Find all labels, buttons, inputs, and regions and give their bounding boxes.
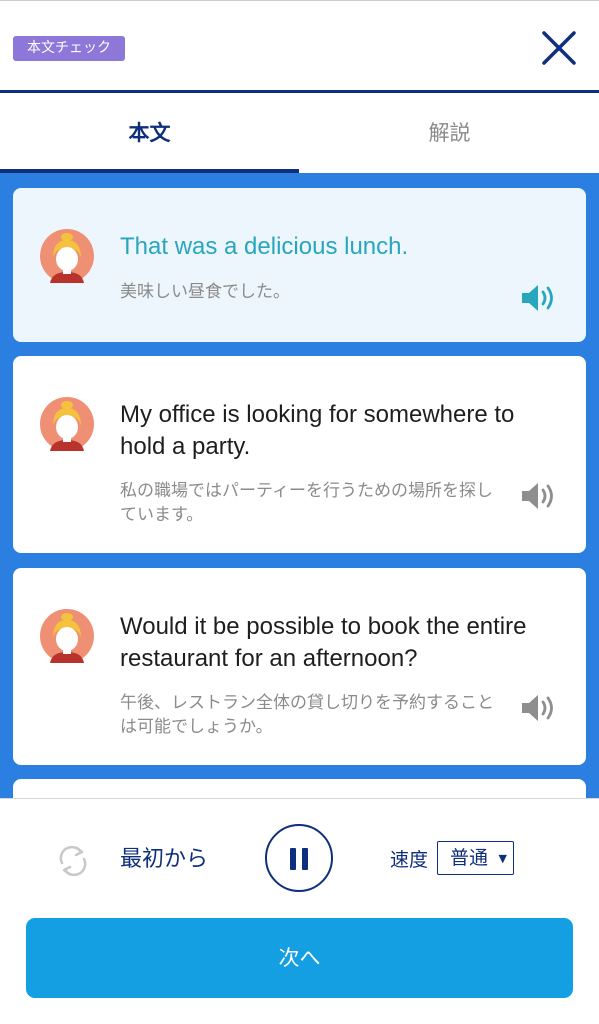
avatar-girl-icon (40, 397, 94, 451)
avatar-girl-icon (40, 609, 94, 663)
japanese-translation: 午後、レストラン全体の貸し切りを予約することは可能でしょうか。 (120, 693, 494, 737)
tab-honbun[interactable]: 本文 (0, 93, 299, 173)
dialogue-card[interactable] (13, 779, 586, 798)
english-sentence: My office is looking for somewhere to ho… (120, 401, 515, 460)
tab-bar: 本文 解説 (0, 93, 599, 173)
english-sentence: That was a delicious lunch. (120, 233, 409, 260)
pause-icon (302, 848, 308, 870)
close-icon (542, 31, 576, 65)
speed-label: 速度 (390, 849, 429, 871)
header: 本文チェック (0, 0, 599, 94)
speed-value: 普通 (450, 847, 489, 869)
playback-controls: 最初から 速度 普通 ▼ 次へ (0, 798, 599, 1024)
caret-down-icon: ▼ (498, 852, 507, 865)
pause-icon (290, 848, 296, 870)
avatar-girl-icon (40, 229, 94, 283)
speaker-icon[interactable] (520, 480, 560, 512)
pause-button[interactable] (265, 824, 333, 892)
speed-select[interactable]: 普通 ▼ (437, 841, 514, 875)
next-button[interactable]: 次へ (26, 918, 573, 998)
restart-button[interactable]: 最初から (120, 845, 208, 875)
close-button[interactable] (536, 27, 582, 69)
english-sentence: Would it be possible to book the entire … (120, 613, 527, 672)
speaker-icon[interactable] (520, 692, 560, 724)
tab-kaisetsu[interactable]: 解説 (300, 93, 599, 173)
dialogue-list[interactable]: That was a delicious lunch. 美味しい昼食でした。 M… (0, 173, 599, 798)
dialogue-card[interactable]: Would it be possible to book the entire … (13, 568, 586, 765)
dialogue-card[interactable]: My office is looking for somewhere to ho… (13, 356, 586, 553)
japanese-translation: 美味しい昼食でした。 (120, 282, 290, 302)
replay-icon[interactable] (55, 843, 91, 879)
section-badge: 本文チェック (13, 36, 125, 61)
dialogue-card[interactable]: That was a delicious lunch. 美味しい昼食でした。 (13, 188, 586, 342)
japanese-translation: 私の職場ではパーティーを行うための場所を探しています。 (120, 481, 493, 525)
speaker-icon[interactable] (520, 282, 560, 314)
